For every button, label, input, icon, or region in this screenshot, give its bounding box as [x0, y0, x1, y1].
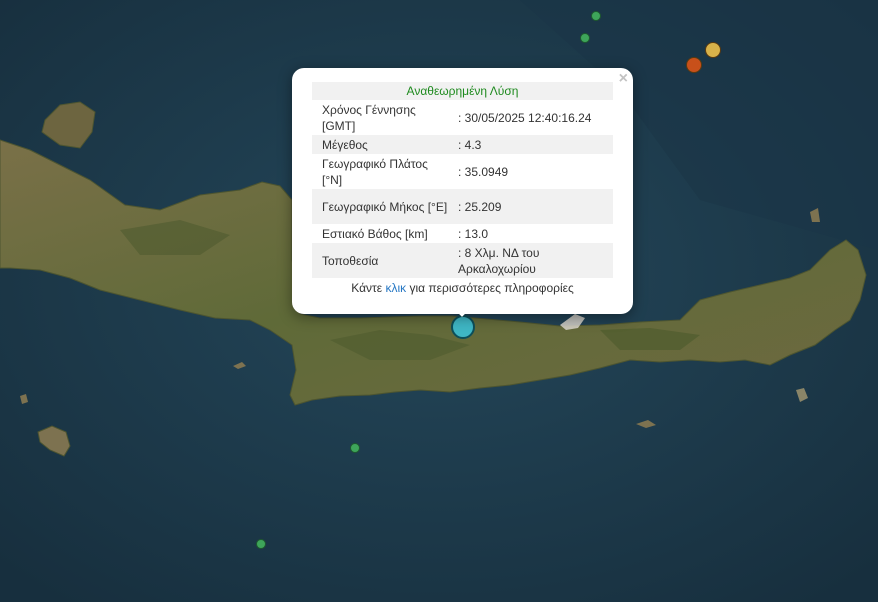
footer-suffix: για περισσότερες πληροφορίες [409, 281, 574, 295]
row-label: Εστιακό Βάθος [km] [322, 226, 428, 241]
row-value: : 4.3 [448, 135, 613, 154]
row-value: : 13.0 [458, 226, 489, 241]
earthquake-info-popup: × Αναθεωρημένη Λύση Χρόνος Γέννησης [GMT… [292, 68, 633, 314]
row-label: Χρόνος Γέννησης [GMT] [322, 102, 416, 133]
earthquake-marker[interactable] [686, 57, 702, 73]
table-row: Γεωγραφικό Πλάτος [°N] : 35.0949 [312, 154, 613, 189]
earthquake-marker[interactable] [256, 539, 266, 549]
row-label: Τοποθεσία [312, 243, 448, 278]
row-value: : 25.209 [448, 189, 613, 224]
row-value: : 8 Χλμ. ΝΔ του Αρκαλοχωρίου [448, 243, 613, 278]
popup-footer: Κάντε κλικ για περισσότερες πληροφορίες [312, 281, 613, 295]
row-label: Γεωγραφικό Μήκος [°E] [312, 189, 448, 224]
table-row: Χρόνος Γέννησης [GMT] : 30/05/2025 12:40… [312, 100, 613, 135]
earthquake-marker[interactable] [705, 42, 721, 58]
table-row: Μέγεθος : 4.3 [312, 135, 613, 154]
close-icon[interactable]: × [619, 71, 628, 87]
earthquake-marker[interactable] [350, 443, 360, 453]
row-value: : 30/05/2025 12:40:16.24 [458, 110, 592, 125]
earthquake-marker[interactable] [591, 11, 601, 21]
popup-tip [452, 308, 472, 320]
table-row: Τοποθεσία : 8 Χλμ. ΝΔ του Αρκαλοχωρίου [312, 243, 613, 278]
popup-title: Αναθεωρημένη Λύση [312, 82, 613, 100]
table-row: Γεωγραφικό Μήκος [°E] : 25.209 [312, 189, 613, 224]
footer-prefix: Κάντε [351, 281, 383, 295]
row-label: Μέγεθος [312, 135, 448, 154]
more-info-link[interactable]: κλικ [385, 281, 406, 295]
earthquake-marker[interactable] [580, 33, 590, 43]
row-value: : 35.0949 [458, 164, 509, 179]
row-label: Γεωγραφικό Πλάτος [°N] [322, 156, 428, 187]
earthquake-details-table: Χρόνος Γέννησης [GMT] : 30/05/2025 12:40… [312, 100, 613, 278]
table-row: Εστιακό Βάθος [km] : 13.0 [312, 224, 613, 243]
